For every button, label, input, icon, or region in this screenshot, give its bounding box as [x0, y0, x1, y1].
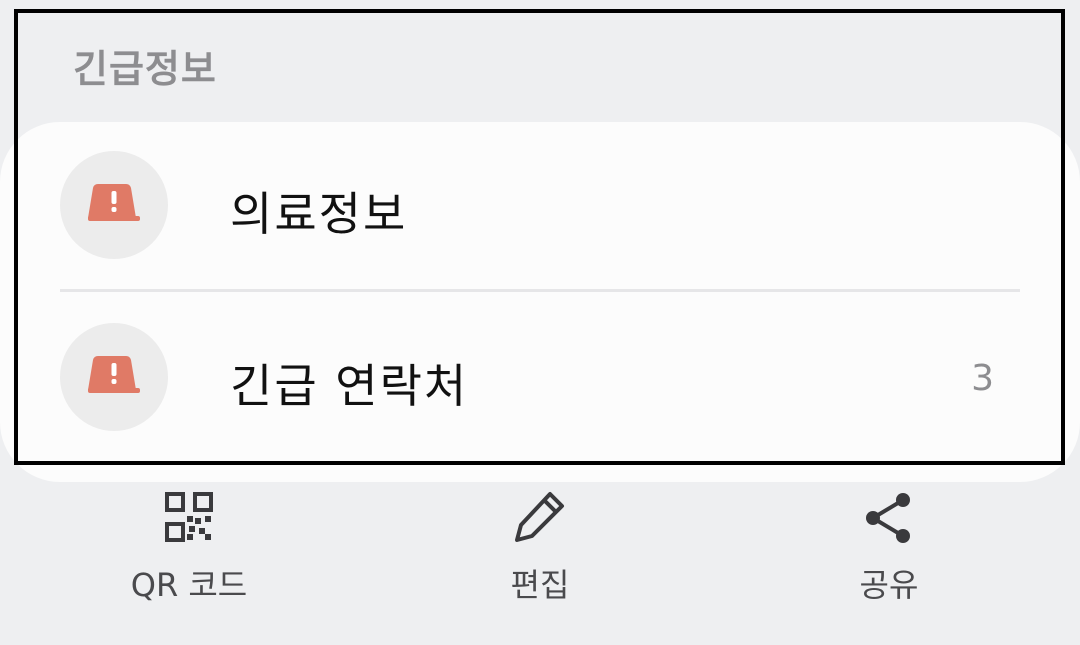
- divider: [60, 289, 1020, 292]
- edit-label: 편집: [510, 566, 570, 604]
- qr-code-label: QR 코드: [130, 566, 248, 604]
- share-icon: [866, 493, 910, 543]
- alert-siren-icon: [60, 151, 168, 259]
- emergency-info-card: 의료정보 긴급 연락처 3: [0, 122, 1080, 482]
- alert-siren-icon: [60, 323, 168, 431]
- share-button[interactable]: 공유: [799, 488, 979, 618]
- qr-code-icon: [165, 492, 213, 542]
- list-item-medical-info[interactable]: 의료정보: [0, 130, 1080, 280]
- pencil-icon: [515, 492, 564, 542]
- edit-button[interactable]: 편집: [450, 488, 630, 618]
- qr-code-button[interactable]: QR 코드: [99, 488, 279, 618]
- contact-count-badge: 3: [971, 358, 994, 399]
- list-item-emergency-contacts[interactable]: 긴급 연락처 3: [0, 302, 1080, 452]
- list-item-label: 긴급 연락처: [230, 359, 469, 413]
- list-item-label: 의료정보: [230, 187, 408, 241]
- share-label: 공유: [859, 566, 919, 604]
- section-title: 긴급정보: [73, 47, 217, 91]
